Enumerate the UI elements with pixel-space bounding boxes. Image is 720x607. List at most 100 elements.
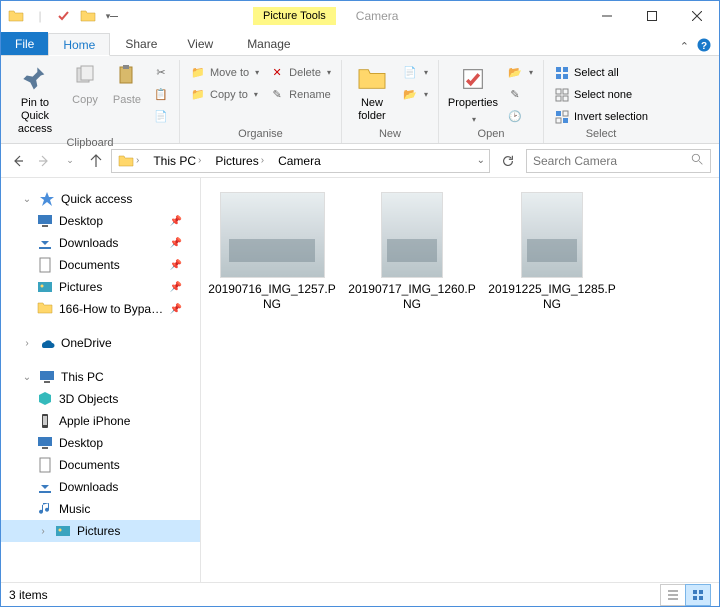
- group-clipboard: Pin to Quick access Copy Paste ✂ 📋 📄 Cli…: [1, 60, 180, 143]
- tab-home[interactable]: Home: [48, 33, 110, 56]
- delete-icon: ✕: [269, 65, 285, 81]
- documents-icon: [37, 257, 53, 273]
- nav-custom-folder[interactable]: 166-How to Bypass You📌: [1, 298, 200, 320]
- group-open: Properties▾ 📂▾ ✎ 🕑 Open: [439, 60, 544, 143]
- file-item[interactable]: 20190716_IMG_1257.PNG: [207, 192, 337, 312]
- nav-documents-2[interactable]: Documents: [1, 454, 200, 476]
- nav-onedrive[interactable]: ›OneDrive: [1, 332, 200, 354]
- paste-shortcut-button[interactable]: 📄: [149, 106, 173, 127]
- forward-button[interactable]: [35, 152, 53, 170]
- recent-locations-button[interactable]: ⌄: [61, 152, 79, 170]
- tab-manage[interactable]: Manage: [232, 32, 305, 55]
- tab-share[interactable]: Share: [110, 32, 172, 55]
- downloads-icon: [37, 235, 53, 251]
- tab-view[interactable]: View: [172, 32, 228, 55]
- nav-iphone[interactable]: Apple iPhone: [1, 410, 200, 432]
- cut-button[interactable]: ✂: [149, 62, 173, 83]
- address-dropdown[interactable]: ⌄: [477, 155, 485, 166]
- nav-downloads-2[interactable]: Downloads: [1, 476, 200, 498]
- search-icon: [691, 153, 704, 169]
- pin-icon: [19, 64, 51, 94]
- nav-pictures[interactable]: Pictures📌: [1, 276, 200, 298]
- history-button[interactable]: 🕑: [503, 106, 537, 127]
- nav-music[interactable]: Music: [1, 498, 200, 520]
- ribbon: Pin to Quick access Copy Paste ✂ 📋 📄 Cli…: [1, 56, 719, 144]
- open-icon: 📂: [507, 65, 523, 81]
- thumbnail: [381, 192, 443, 278]
- nav-3d-objects[interactable]: 3D Objects: [1, 388, 200, 410]
- file-item[interactable]: 20191225_IMG_1285.PNG: [487, 192, 617, 312]
- new-folder-icon: [356, 64, 388, 94]
- pin-icon: 📌: [170, 238, 182, 249]
- refresh-button[interactable]: [496, 149, 520, 173]
- qat-properties-icon[interactable]: [53, 5, 75, 27]
- select-all-button[interactable]: Select all: [550, 62, 652, 83]
- copy-to-icon: 📁: [190, 87, 206, 103]
- minimize-button[interactable]: [584, 1, 629, 31]
- copy-to-button[interactable]: 📁Copy to▾: [186, 84, 263, 105]
- rename-button[interactable]: ✎Rename: [265, 84, 335, 105]
- desktop-icon: [37, 213, 53, 229]
- contextual-tab-header: Picture Tools: [253, 1, 336, 31]
- folder-icon-2: [77, 5, 99, 27]
- details-view-button[interactable]: [660, 584, 686, 606]
- pin-to-quick-access-button[interactable]: Pin to Quick access: [7, 60, 63, 136]
- pin-icon: 📌: [170, 260, 182, 271]
- invert-selection-button[interactable]: Invert selection: [550, 106, 652, 127]
- music-icon: [37, 501, 53, 517]
- back-button[interactable]: [9, 152, 27, 170]
- thumbnail: [220, 192, 325, 278]
- address-seg-pictures[interactable]: Pictures›: [209, 150, 272, 172]
- open-button[interactable]: 📂▾: [503, 62, 537, 83]
- search-box[interactable]: [526, 149, 711, 173]
- paste-shortcut-icon: 📄: [153, 109, 169, 125]
- copy-path-button[interactable]: 📋: [149, 84, 173, 105]
- folder-icon: [37, 301, 53, 317]
- history-icon: 🕑: [507, 109, 523, 125]
- group-select: Select all Select none Invert selection …: [544, 60, 658, 143]
- folder-icon: [5, 5, 27, 27]
- delete-button[interactable]: ✕Delete▾: [265, 62, 335, 83]
- qat-dropdown[interactable]: ▾: [101, 5, 123, 27]
- up-button[interactable]: [87, 152, 105, 170]
- nav-this-pc[interactable]: ⌄This PC: [1, 366, 200, 388]
- nav-quick-access[interactable]: ⌄Quick access: [1, 188, 200, 210]
- window-title: Camera: [336, 1, 584, 31]
- select-none-button[interactable]: Select none: [550, 84, 652, 105]
- search-input[interactable]: [533, 154, 691, 168]
- easy-access-button[interactable]: 📂▾: [398, 84, 432, 105]
- nav-documents[interactable]: Documents📌: [1, 254, 200, 276]
- address-seg-thispc[interactable]: This PC›: [147, 150, 209, 172]
- thumbnails-view-button[interactable]: [685, 584, 711, 606]
- address-bar[interactable]: › This PC› Pictures› Camera ⌄: [111, 149, 490, 173]
- collapse-ribbon-button[interactable]: ⌃: [680, 40, 689, 53]
- help-button[interactable]: ?: [697, 38, 711, 55]
- new-item-button[interactable]: 📄▾: [398, 62, 432, 83]
- nav-pictures-2[interactable]: ›Pictures: [1, 520, 200, 542]
- navigation-pane[interactable]: ⌄Quick access Desktop📌 Downloads📌 Docume…: [1, 178, 201, 582]
- new-item-icon: 📄: [402, 65, 418, 81]
- svg-text:?: ?: [701, 41, 707, 52]
- move-to-button[interactable]: 📁Move to▾: [186, 62, 263, 83]
- copy-button[interactable]: Copy: [65, 60, 105, 136]
- tab-file[interactable]: File: [1, 32, 48, 55]
- item-count: 3 items: [9, 588, 48, 602]
- nav-desktop[interactable]: Desktop📌: [1, 210, 200, 232]
- paste-button[interactable]: Paste: [107, 60, 147, 136]
- edit-button[interactable]: ✎: [503, 84, 537, 105]
- properties-button[interactable]: Properties▾: [445, 60, 501, 127]
- close-button[interactable]: [674, 1, 719, 31]
- maximize-button[interactable]: [629, 1, 674, 31]
- 3d-icon: [37, 391, 53, 407]
- nav-desktop-2[interactable]: Desktop: [1, 432, 200, 454]
- new-folder-button[interactable]: New folder: [348, 60, 396, 127]
- pc-icon: [39, 369, 55, 385]
- nav-downloads[interactable]: Downloads📌: [1, 232, 200, 254]
- address-seg-camera[interactable]: Camera: [272, 150, 327, 172]
- navigation-row: ⌄ › This PC› Pictures› Camera ⌄: [1, 144, 719, 178]
- file-item[interactable]: 20190717_IMG_1260.PNG: [347, 192, 477, 312]
- desktop-icon: [37, 435, 53, 451]
- content-area[interactable]: 20190716_IMG_1257.PNG 20190717_IMG_1260.…: [201, 178, 719, 582]
- paste-icon: [115, 64, 139, 92]
- address-root-icon[interactable]: ›: [112, 150, 147, 172]
